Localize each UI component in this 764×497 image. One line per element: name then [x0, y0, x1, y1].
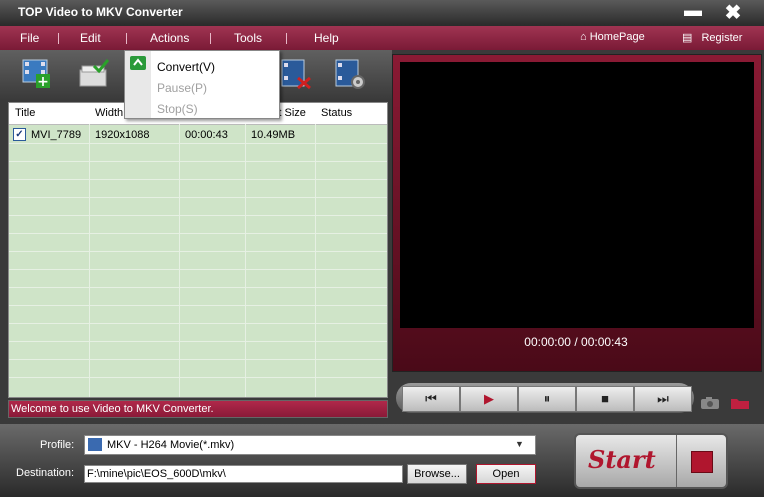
row-divider [9, 287, 387, 288]
row-divider [9, 143, 387, 144]
home-icon: ⌂ [580, 31, 587, 43]
register-label: Register [701, 32, 743, 44]
video-preview[interactable] [400, 62, 754, 328]
menu-help[interactable]: Help [314, 31, 339, 45]
menu-pause[interactable]: Pause(P) [157, 81, 207, 95]
register-link[interactable]: ▤ Register [682, 31, 742, 44]
column-title[interactable]: Title [15, 107, 35, 119]
homepage-link[interactable]: ⌂ HomePage [580, 31, 645, 43]
settings-icon[interactable] [332, 56, 368, 92]
destination-field[interactable] [84, 465, 403, 483]
column-status[interactable]: Status [321, 107, 352, 119]
svg-text:+: + [37, 74, 49, 90]
open-button[interactable]: Open [476, 464, 536, 484]
browse-button[interactable]: Browse... [407, 464, 467, 484]
minimize-button[interactable]: ▬ [682, 1, 704, 22]
status-bar: Welcome to use Video to MKV Converter. [8, 400, 388, 418]
total-time: 00:00:43 [581, 335, 628, 349]
menu-bar: File Edit Actions Tools Help ⌂ HomePage … [0, 26, 764, 50]
skip-back-button[interactable]: ⏮ [402, 386, 460, 412]
actions-dropdown: Convert(V) Pause(P) Stop(S) [124, 50, 280, 119]
column-divider [245, 124, 246, 397]
start-button[interactable]: Start [574, 433, 728, 489]
row-divider [9, 305, 387, 306]
row-divider [9, 377, 387, 378]
folder-icon[interactable] [730, 396, 750, 410]
time-separator: / [574, 335, 578, 349]
chevron-down-icon: ▼ [515, 439, 524, 449]
row-divider [9, 179, 387, 180]
stop-conversion-button[interactable] [676, 435, 725, 487]
menu-separator [210, 33, 211, 44]
trim-icon[interactable] [278, 56, 314, 92]
row-divider [9, 197, 387, 198]
row-divider [9, 269, 387, 270]
row-divider [9, 215, 387, 216]
homepage-label: HomePage [589, 31, 645, 43]
cell-duration: 00:00:43 [185, 129, 228, 141]
cell-title: MVI_7789 [31, 129, 82, 141]
cell-size: 10.49MB [251, 129, 296, 141]
register-icon: ▤ [682, 32, 693, 44]
pause-button[interactable]: ⏸ [518, 386, 576, 412]
column-divider [179, 124, 180, 397]
checkmark-icon[interactable] [76, 56, 112, 92]
column-divider [89, 124, 90, 397]
menu-edit[interactable]: Edit [80, 31, 101, 45]
profile-label: Profile: [40, 439, 75, 451]
table-row[interactable]: ✓ MVI_7789 1920x1088 00:00:43 10.49MB [9, 125, 387, 143]
row-divider [9, 359, 387, 360]
stop-playback-button[interactable]: ■ [576, 386, 634, 412]
add-video-icon[interactable]: + [20, 56, 56, 92]
menu-separator [126, 33, 127, 44]
menu-separator [286, 33, 287, 44]
row-checkbox[interactable]: ✓ [13, 128, 26, 141]
row-divider [9, 233, 387, 234]
menu-stop[interactable]: Stop(S) [157, 102, 198, 116]
current-time: 00:00:00 [524, 335, 571, 349]
row-divider [9, 251, 387, 252]
start-label: Start [588, 445, 656, 474]
column-divider [315, 124, 316, 397]
window-title: TOP Video to MKV Converter [18, 5, 183, 19]
mkv-icon [88, 438, 102, 451]
file-list: Title Width... ...put Size Status ✓ MVI_… [8, 102, 388, 398]
skip-forward-button[interactable]: ⏭ [634, 386, 692, 412]
menu-actions[interactable]: Actions [150, 31, 189, 45]
row-divider [9, 161, 387, 162]
row-divider [9, 341, 387, 342]
convert-icon [130, 56, 146, 70]
status-message: Welcome to use Video to MKV Converter. [11, 403, 214, 415]
menu-file[interactable]: File [20, 31, 39, 45]
menu-separator [58, 33, 59, 44]
close-button[interactable]: ✖ [720, 2, 746, 24]
row-divider [9, 323, 387, 324]
camera-icon[interactable] [700, 396, 720, 410]
profile-value: MKV - H264 Movie(*.mkv) [107, 439, 235, 451]
time-readout: 00:00:00 / 00:00:43 [392, 335, 760, 349]
profile-select[interactable]: MKV - H264 Movie(*.mkv) ▼ [84, 435, 536, 455]
destination-label: Destination: [16, 467, 75, 479]
menu-convert[interactable]: Convert(V) [157, 60, 215, 74]
play-button[interactable]: ▶ [460, 386, 518, 412]
stop-icon [691, 451, 713, 473]
title-bar: TOP Video to MKV Converter ▬ ✖ [0, 0, 764, 26]
cell-resolution: 1920x1088 [95, 129, 150, 141]
menu-tools[interactable]: Tools [234, 31, 262, 45]
